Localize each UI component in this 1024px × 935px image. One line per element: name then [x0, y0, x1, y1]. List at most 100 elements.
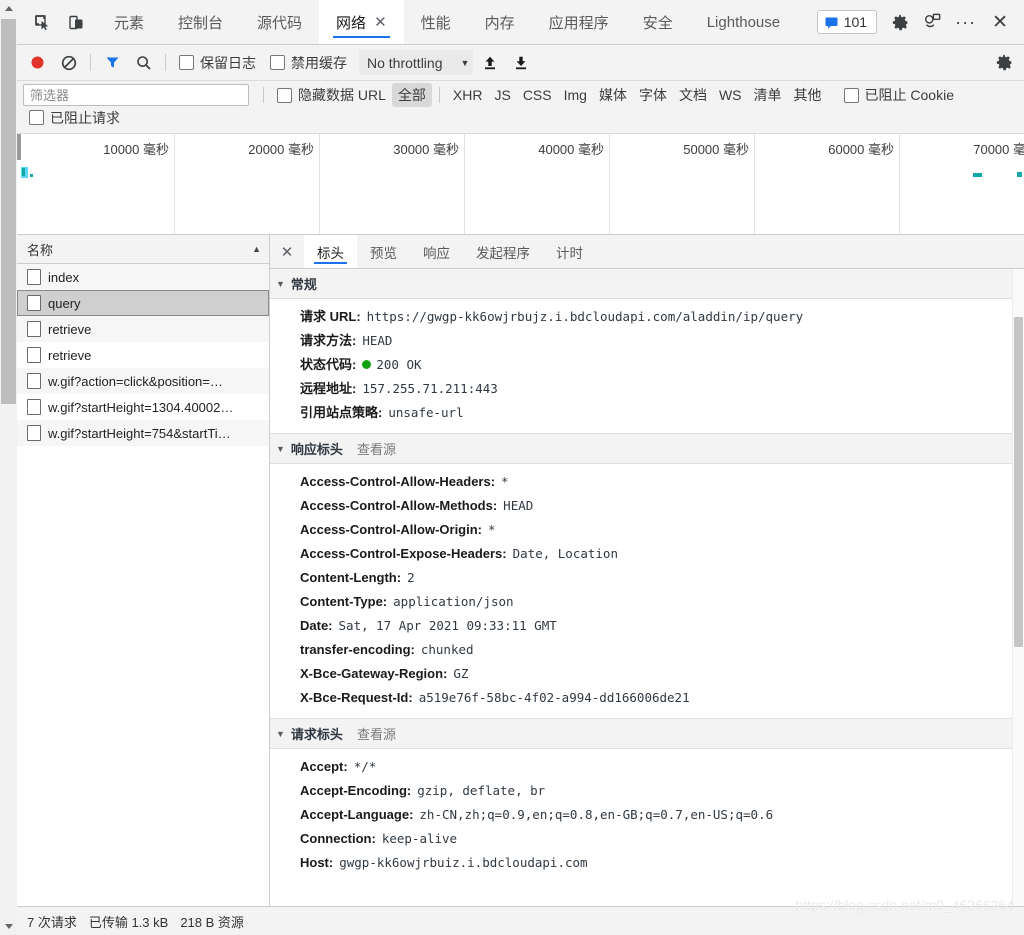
- close-devtools-icon[interactable]: ✕: [984, 13, 1016, 32]
- filter-type-other[interactable]: 其他: [788, 83, 828, 107]
- devtools-window: 元素 控制台 源代码 网络 ✕ 性能 内存 应用程序 安全 Lighthouse: [0, 0, 1024, 935]
- hide-data-urls-checkbox[interactable]: 隐藏数据 URL: [271, 85, 392, 105]
- clear-icon[interactable]: [54, 49, 83, 76]
- header-key: Accept-Language:: [300, 807, 414, 822]
- detail-tab-headers[interactable]: 标头: [304, 235, 357, 268]
- request-row-index[interactable]: index: [17, 264, 269, 290]
- chevron-down-icon[interactable]: ▼: [276, 444, 285, 454]
- tab-lighthouse[interactable]: Lighthouse: [690, 0, 797, 44]
- detail-scrollbar-thumb[interactable]: [1014, 317, 1023, 647]
- section-header-request-headers[interactable]: ▼ 请求标头 查看源: [270, 718, 1013, 749]
- detail-tab-response[interactable]: 响应: [410, 235, 463, 268]
- detail-tab-timing[interactable]: 计时: [543, 235, 596, 268]
- document-icon: [27, 373, 41, 389]
- preserve-log-checkbox[interactable]: 保留日志: [173, 53, 262, 73]
- section-header-general[interactable]: ▼ 常规: [270, 269, 1013, 299]
- filter-type-all[interactable]: 全部: [391, 83, 432, 107]
- section-header-response-headers[interactable]: ▼ 响应标头 查看源: [270, 433, 1013, 464]
- request-row-query[interactable]: query: [17, 290, 269, 316]
- detail-tab-label: 发起程序: [476, 245, 530, 261]
- header-value: HEAD: [503, 498, 534, 513]
- close-icon[interactable]: ✕: [374, 15, 387, 30]
- tab-sources[interactable]: 源代码: [240, 0, 319, 44]
- scrollbar-up-arrow[interactable]: [0, 0, 17, 17]
- import-har-icon[interactable]: [475, 49, 504, 76]
- filter-type-doc[interactable]: 文档: [673, 83, 713, 107]
- request-row-wgif-startheight-754[interactable]: w.gif?startHeight=754&startTi…: [17, 420, 269, 446]
- request-name: query: [48, 295, 81, 311]
- overview-tick-label: 30000 毫秒: [393, 142, 459, 157]
- throttling-dropdown[interactable]: No throttling ▼: [359, 50, 474, 75]
- device-toolbar-icon[interactable]: [61, 7, 91, 37]
- header-value: Sat, 17 Apr 2021 09:33:11 GMT: [338, 618, 557, 633]
- close-detail-icon[interactable]: ✕: [270, 235, 304, 268]
- filter-type-media[interactable]: 媒体: [593, 83, 633, 107]
- scrollbar-down-arrow[interactable]: [0, 918, 17, 935]
- tab-security[interactable]: 安全: [626, 0, 690, 44]
- header-row: 请求 URL: https://gwgp-kk6owjrbujz.i.bdclo…: [270, 305, 1013, 329]
- header-row: Access-Control-Expose-Headers: Date, Loca…: [270, 542, 1013, 566]
- filter-input[interactable]: [23, 84, 249, 106]
- header-value: HEAD: [362, 333, 393, 348]
- page-scrollbar[interactable]: [0, 0, 18, 935]
- tab-label: 安全: [642, 14, 673, 32]
- filter-type-css[interactable]: CSS: [517, 85, 558, 105]
- throttling-value: No throttling: [367, 54, 443, 71]
- network-overview-timeline[interactable]: 10000 毫秒 20000 毫秒 30000 毫秒 40000 毫秒 5000…: [17, 134, 1024, 235]
- tab-network[interactable]: 网络 ✕: [319, 0, 404, 44]
- sort-ascending-icon[interactable]: ▲: [252, 244, 261, 254]
- detail-tab-initiator[interactable]: 发起程序: [463, 235, 543, 268]
- inspect-element-icon[interactable]: [27, 7, 57, 37]
- blocked-requests-checkbox[interactable]: 已阻止请求: [29, 108, 126, 128]
- chevron-down-icon[interactable]: ▼: [276, 729, 285, 739]
- general-rows: 请求 URL: https://gwgp-kk6owjrbujz.i.bdclo…: [270, 299, 1013, 433]
- issues-counter-button[interactable]: 101: [816, 10, 878, 34]
- disable-cache-checkbox[interactable]: 禁用缓存: [264, 53, 353, 73]
- chevron-down-icon[interactable]: ▼: [276, 279, 285, 289]
- tab-performance[interactable]: 性能: [404, 0, 468, 44]
- tab-application[interactable]: 应用程序: [532, 0, 626, 44]
- filter-type-js[interactable]: JS: [488, 85, 516, 105]
- filter-type-xhr[interactable]: XHR: [447, 85, 489, 105]
- header-key: Host:: [300, 855, 334, 870]
- filter-type-font[interactable]: 字体: [633, 83, 673, 107]
- record-button[interactable]: [23, 49, 52, 76]
- customize-devtools-icon[interactable]: [917, 7, 947, 37]
- filter-icon[interactable]: [98, 49, 127, 76]
- detail-tab-label: 标头: [317, 245, 344, 261]
- blocked-requests-label: 已阻止请求: [50, 109, 120, 126]
- filter-type-manifest[interactable]: 清单: [748, 83, 788, 107]
- network-settings-gear-icon[interactable]: [990, 49, 1018, 76]
- export-har-icon[interactable]: [506, 49, 535, 76]
- header-row: 远程地址: 157.255.71.211:443: [270, 377, 1013, 401]
- detail-tab-preview[interactable]: 预览: [357, 235, 410, 268]
- document-icon: [27, 269, 41, 285]
- gear-icon[interactable]: [885, 7, 915, 37]
- detail-body: ▼ 常规 请求 URL: https://gwgp-kk6owjrbujz.i.…: [270, 269, 1024, 907]
- request-row-wgif-action[interactable]: w.gif?action=click&position=…: [17, 368, 269, 394]
- detail-scrollbar[interactable]: [1012, 269, 1024, 907]
- header-row: Connection: keep-alive: [270, 827, 1013, 851]
- request-row-retrieve-1[interactable]: retrieve: [17, 316, 269, 342]
- blocked-cookies-checkbox[interactable]: 已阻止 Cookie: [838, 85, 960, 105]
- header-key: Date:: [300, 618, 333, 633]
- request-row-retrieve-2[interactable]: retrieve: [17, 342, 269, 368]
- request-list-header[interactable]: 名称 ▲: [17, 235, 269, 264]
- filter-type-ws[interactable]: WS: [713, 85, 748, 105]
- header-key: Access-Control-Allow-Origin:: [300, 522, 483, 537]
- checkbox-box: [270, 55, 285, 70]
- tab-memory[interactable]: 内存: [468, 0, 532, 44]
- status-transferred: 已传输 1.3 kB: [88, 914, 169, 930]
- request-list-panel: 名称 ▲ index query retrieve retrieve w.gif…: [17, 235, 270, 907]
- overview-left-handle[interactable]: [17, 134, 21, 160]
- filter-type-img[interactable]: Img: [558, 85, 593, 105]
- search-icon[interactable]: [129, 49, 158, 76]
- request-row-wgif-startheight-1304[interactable]: w.gif?startHeight=1304.40002…: [17, 394, 269, 420]
- scrollbar-thumb[interactable]: [1, 19, 16, 404]
- header-key: Accept:: [300, 759, 348, 774]
- view-source-link[interactable]: 查看源: [357, 724, 396, 743]
- tab-console[interactable]: 控制台: [161, 0, 240, 44]
- more-options-icon[interactable]: ···: [949, 12, 982, 33]
- view-source-link[interactable]: 查看源: [357, 439, 396, 458]
- tab-elements[interactable]: 元素: [97, 0, 161, 44]
